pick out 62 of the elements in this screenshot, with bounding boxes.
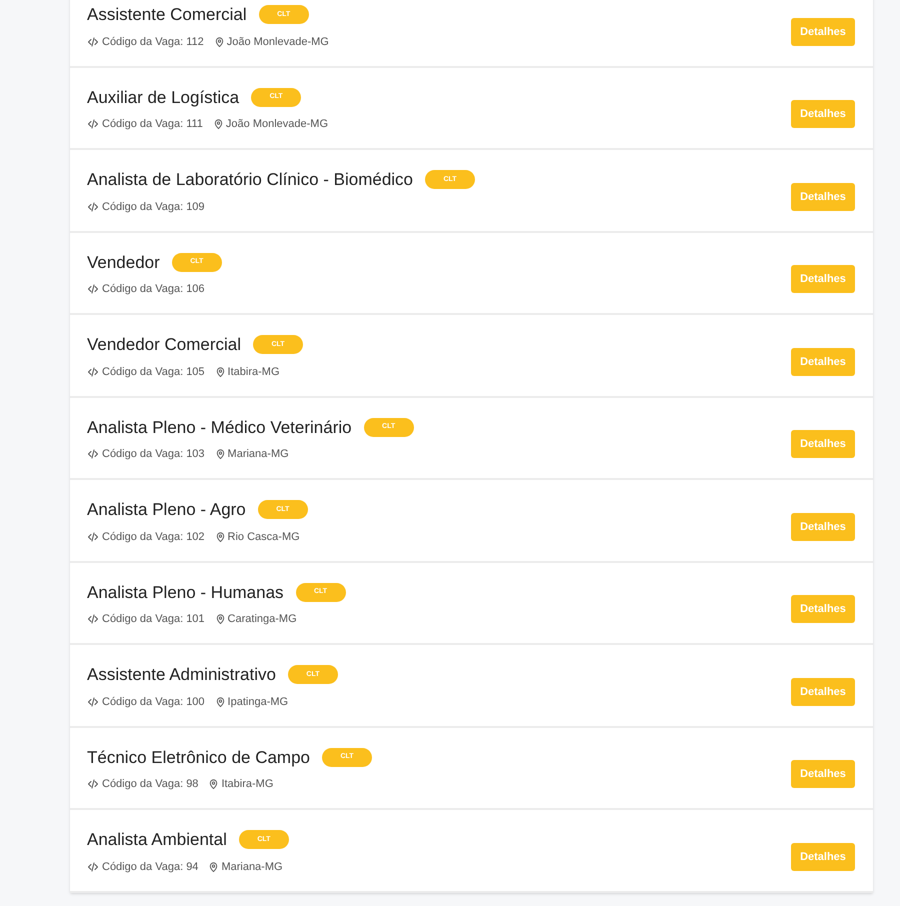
job-title: Analista Pleno - Agro [87,499,246,521]
code-icon [87,36,99,48]
job-code: Código da Vaga: 100 [102,694,205,710]
code-icon [87,860,99,873]
code-icon [87,283,99,296]
location-pin-icon [214,530,226,543]
job-code: Código da Vaga: 98 [102,777,198,792]
location-pin-icon [214,448,226,460]
details-button[interactable]: Detalhes [791,430,855,458]
code-icon [87,696,99,708]
details-button[interactable]: Detalhes [791,760,855,788]
location-pin-icon [212,118,224,130]
code-icon [87,530,99,543]
job-location: João Monlevade-MG [226,117,328,132]
job-title: Vendedor [87,252,160,274]
job-title: Analista de Laboratório Clínico - Biomédico [87,169,414,191]
code-icon [87,613,99,626]
job-title: Assistente Administrativo [87,664,276,686]
job-code: Código da Vaga: 102 [102,530,205,544]
details-button[interactable]: Detalhes [791,678,855,706]
job-location: Itabira-MG [228,364,280,380]
code-icon [87,778,99,790]
details-button[interactable]: Detalhes [791,18,855,46]
job-location: João Monlevade-MG [226,34,329,50]
job-code: Código da Vaga: 105 [102,364,205,380]
job-code: Código da Vaga: 106 [102,282,205,297]
details-button[interactable]: Detalhes [791,100,855,128]
details-button[interactable]: Detalhes [791,182,855,211]
details-button[interactable]: Detalhes [791,512,855,541]
job-code: Código da Vaga: 94 [102,860,198,874]
code-icon [87,366,99,378]
job-location: Rio Casca-MG [228,530,300,544]
job-title: Auxiliar de Logística [87,86,240,108]
job-title: Técnico Eletrônico de Campo [87,746,310,768]
job-code: Código da Vaga: 103 [102,447,205,462]
job-code: Código da Vaga: 109 [102,200,205,214]
job-code: Código da Vaga: 112 [102,34,204,50]
location-pin-icon [208,860,220,873]
job-title: Vendedor Comercial [87,334,242,356]
job-location: Mariana-MG [221,860,283,874]
location-pin-icon [214,696,226,708]
job-location: Caratinga-MG [228,612,297,627]
job-title: Assistente Comercial [87,4,247,26]
details-button[interactable]: Detalhes [791,265,855,294]
code-icon [87,448,99,460]
job-title: Analista Ambiental [87,829,227,851]
code-icon [87,118,99,130]
job-location: Itabira-MG [221,777,274,792]
code-icon [87,200,99,213]
details-button[interactable]: Detalhes [791,595,855,624]
location-pin-icon [214,36,225,48]
job-title: Analista Pleno - Humanas [87,582,284,604]
job-location: Mariana-MG [228,447,289,462]
location-pin-icon [208,778,220,790]
location-pin-icon [214,613,226,626]
details-button[interactable]: Detalhes [791,842,855,871]
job-title: Analista Pleno - Médico Veterinário [87,416,352,438]
job-code: Código da Vaga: 101 [102,612,205,627]
details-button[interactable]: Detalhes [791,348,855,376]
location-pin-icon [214,366,226,378]
job-code: Código da Vaga: 111 [102,117,203,132]
job-location: Ipatinga-MG [228,694,288,710]
